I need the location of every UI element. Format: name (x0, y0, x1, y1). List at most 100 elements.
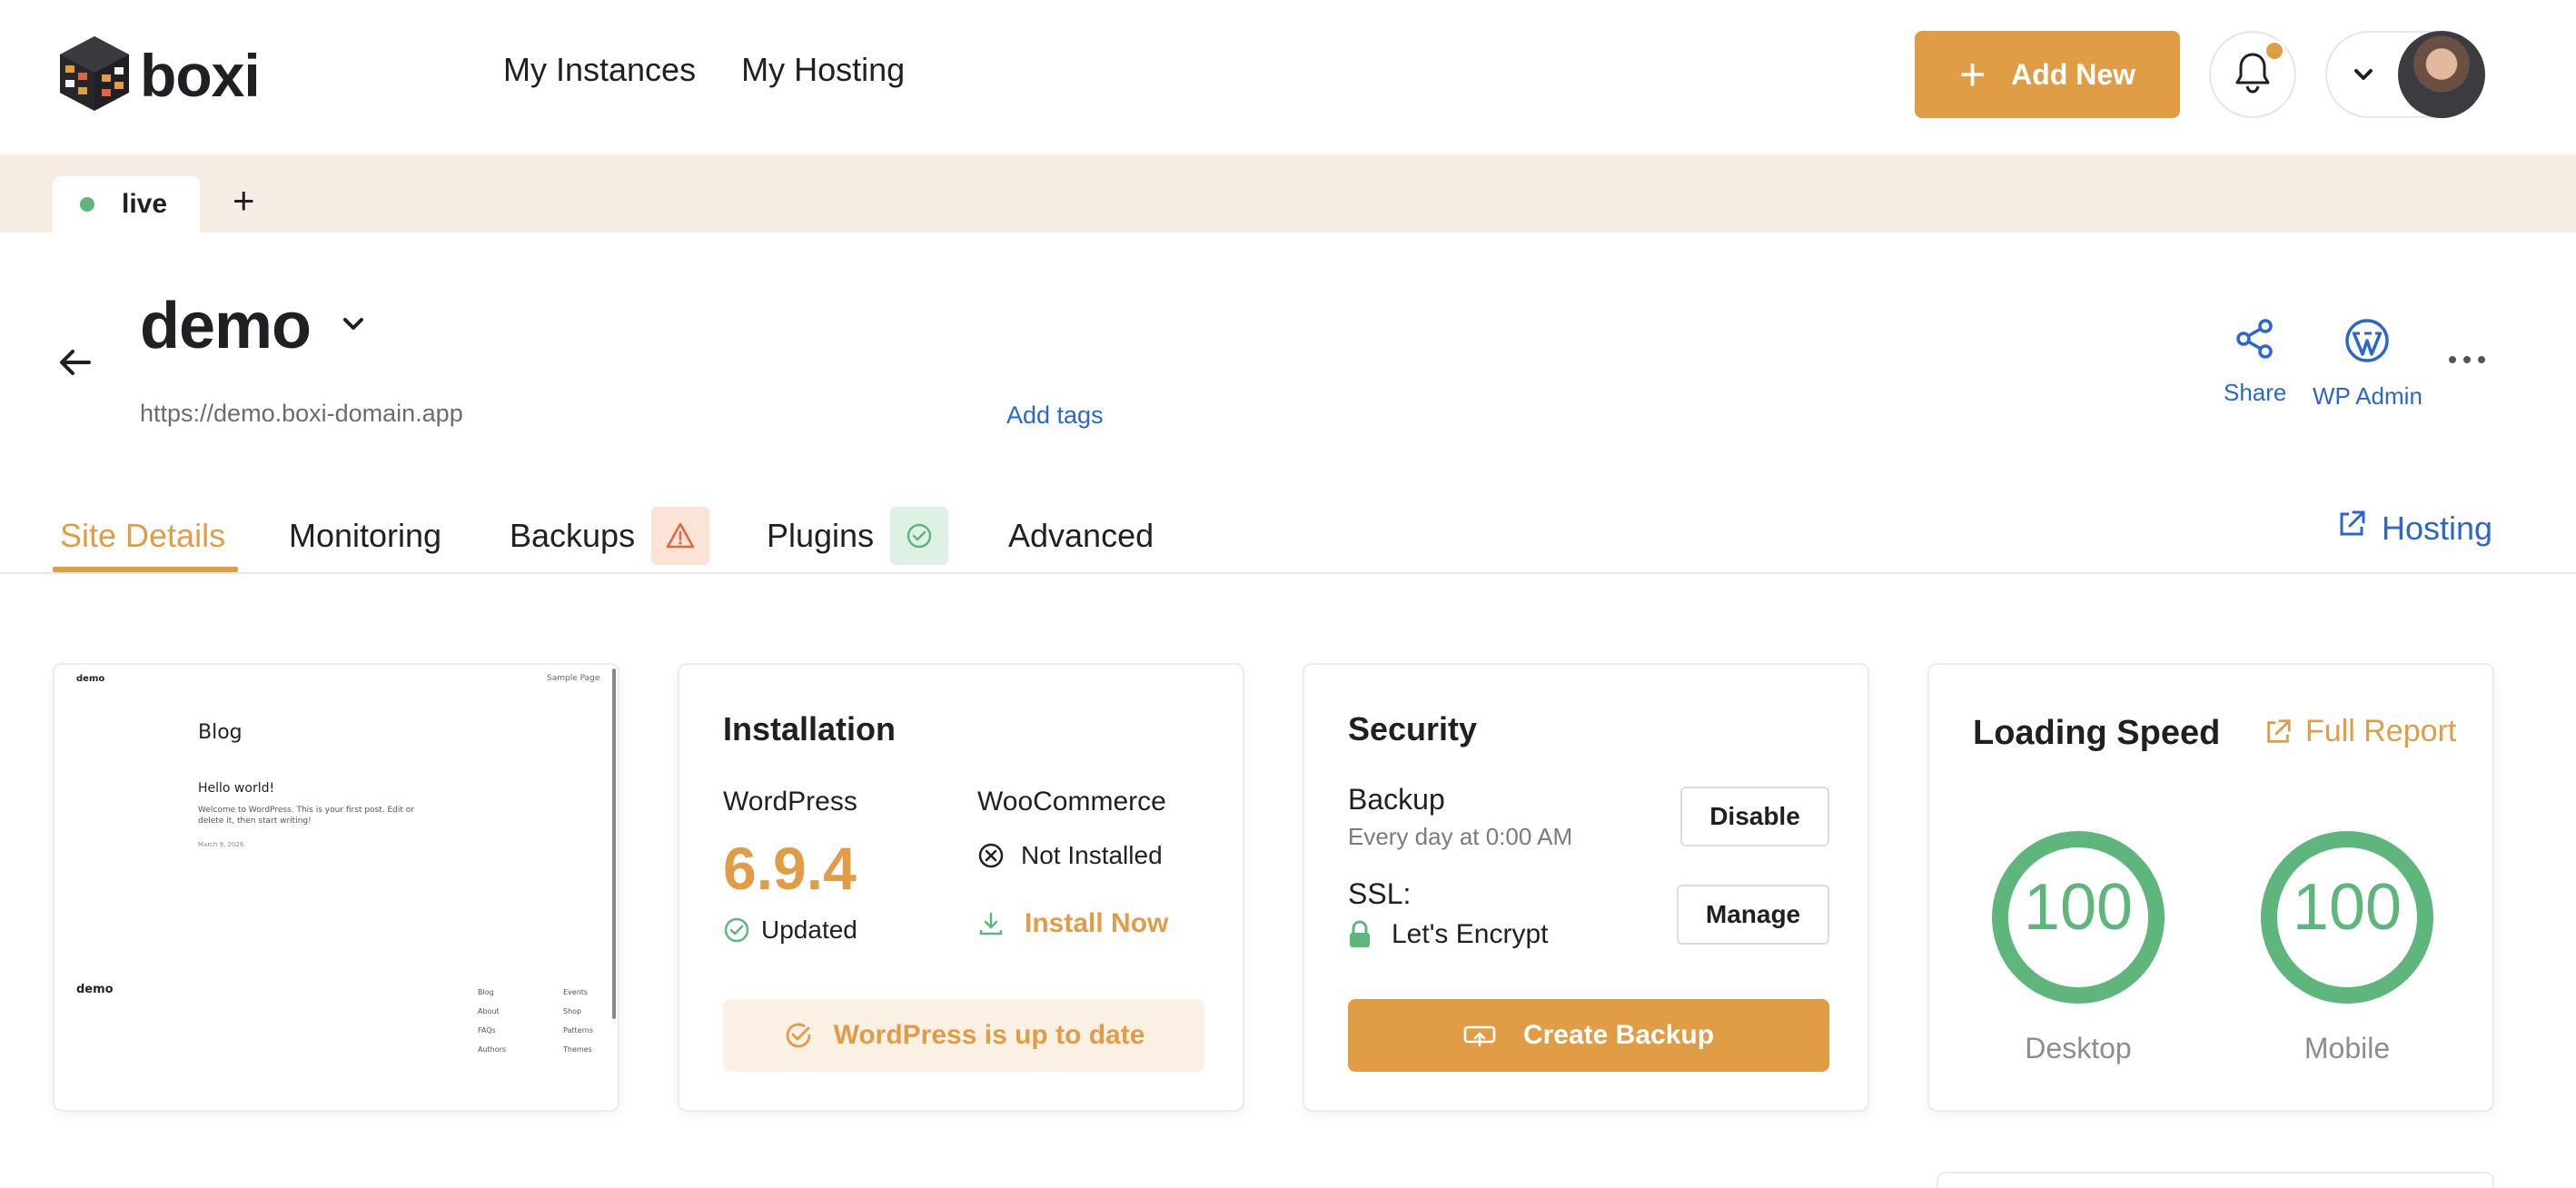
preview-heading: Blog (198, 721, 243, 744)
security-title: Security (1348, 710, 1478, 747)
check-circle-icon (724, 917, 749, 943)
add-new-button[interactable]: + Add New (1915, 31, 2180, 118)
desktop-score: 100 (2023, 871, 2134, 944)
tab-label: Site Details (60, 517, 226, 554)
brand-logo[interactable]: boxi (56, 33, 261, 117)
preview-post-title: Hello world! (198, 781, 275, 796)
install-now-label: Install Now (1025, 908, 1169, 938)
mobile-label: Mobile (2304, 1032, 2391, 1064)
hosting-link[interactable]: Hosting (2336, 509, 2492, 548)
tab-monitoring[interactable]: Monitoring (289, 509, 441, 563)
boxi-cube-icon (56, 33, 133, 117)
loading-speed-title: Loading Speed (1973, 714, 2221, 752)
ssl-value: Let's Encrypt (1348, 919, 1548, 950)
instance-tab-live[interactable]: live (53, 176, 200, 233)
page-title: demo (140, 290, 312, 362)
woocommerce-status: Not Installed (977, 841, 1163, 870)
chevron-down-icon (336, 307, 371, 346)
more-options-icon[interactable] (2449, 356, 2485, 363)
wordpress-up-to-date-banner: WordPress is up to date (723, 999, 1204, 1072)
backup-icon (1463, 1025, 1496, 1047)
ssl-provider: Let's Encrypt (1392, 919, 1549, 949)
share-button[interactable]: Share (2224, 318, 2286, 407)
create-backup-button[interactable]: Create Backup (1348, 999, 1829, 1072)
preview-footer-brand: demo (76, 983, 114, 996)
external-link-icon (2336, 509, 2367, 548)
check-circle-icon (907, 523, 932, 549)
wordpress-label: WordPress (723, 787, 857, 817)
full-report-label: Full Report (2305, 714, 2457, 748)
desktop-label: Desktop (2025, 1032, 2132, 1064)
woocommerce-status-label: Not Installed (1021, 841, 1163, 869)
hosting-link-label: Hosting (2382, 509, 2493, 547)
ssl-label: SSL: (1348, 877, 1412, 910)
installation-card: Installation WordPress WooCommerce 6.9.4… (678, 663, 1244, 1112)
disable-backup-button[interactable]: Disable (1680, 787, 1829, 846)
wp-admin-label: WP Admin (2313, 382, 2422, 410)
user-menu[interactable] (2325, 31, 2485, 118)
brand-name: boxi (140, 41, 261, 109)
install-now-button[interactable]: Install Now (977, 908, 1168, 939)
warning-badge (651, 507, 710, 565)
add-instance-button[interactable]: + (233, 182, 255, 220)
site-title[interactable]: demo (140, 289, 371, 363)
wp-admin-button[interactable]: WP Admin (2313, 318, 2422, 411)
top-bar: boxi My Instances My Hosting + Add New (0, 0, 2576, 154)
backup-label: Backup (1348, 783, 1445, 816)
nav-my-hosting[interactable]: My Hosting (741, 51, 905, 89)
next-card-edge (1937, 1172, 2494, 1188)
external-link-icon (2267, 718, 2291, 743)
desktop-score-gauge: 100 (1989, 828, 2167, 1006)
footer-link: Themes (563, 1045, 592, 1054)
preview-post-date: March 9, 2026 (198, 841, 244, 848)
tab-plugins[interactable]: Plugins (767, 507, 949, 565)
full-report-link[interactable]: Full Report (2264, 714, 2456, 749)
instance-tab-label: live (122, 189, 168, 219)
footer-link: Events (563, 988, 589, 996)
mobile-score: 100 (2292, 871, 2403, 944)
share-label: Share (2224, 379, 2287, 406)
wordpress-status-label: Updated (761, 916, 857, 944)
download-icon (979, 912, 1003, 936)
add-tags-link[interactable]: Add tags (1006, 401, 1104, 430)
footer-link: Shop (563, 1007, 582, 1015)
notification-dot (2264, 40, 2285, 62)
back-arrow-icon[interactable] (56, 343, 94, 386)
nav-my-instances[interactable]: My Instances (503, 51, 696, 89)
footer-link: About (478, 1007, 500, 1015)
wordpress-version: 6.9.4 (723, 835, 857, 902)
instance-tabs-strip: live + (0, 154, 2576, 233)
manage-ssl-button[interactable]: Manage (1677, 885, 1829, 945)
share-icon (2234, 318, 2276, 366)
preview-site-name: demo (76, 674, 105, 684)
lock-icon (1350, 920, 1370, 947)
notifications-button[interactable] (2209, 31, 2296, 118)
tab-label: Advanced (1008, 517, 1154, 554)
mobile-score-gauge: 100 (2258, 828, 2436, 1006)
ok-badge (890, 507, 949, 565)
plus-icon: + (1958, 49, 1986, 100)
tab-site-details[interactable]: Site Details (60, 509, 225, 563)
tab-label: Monitoring (289, 517, 442, 554)
tab-backups[interactable]: Backups (510, 507, 710, 565)
add-new-label: Add New (2011, 57, 2136, 91)
wordpress-status: Updated (723, 916, 857, 945)
preview-scrollbar[interactable] (612, 668, 616, 1019)
footer-link: Authors (478, 1045, 507, 1054)
loading-speed-card: Loading Speed Full Report 100 Desktop 10… (1927, 663, 2494, 1112)
up-to-date-label: WordPress is up to date (833, 1020, 1145, 1050)
footer-link: Patterns (563, 1026, 593, 1035)
chevron-down-icon (2345, 56, 2382, 97)
woocommerce-label: WooCommerce (977, 787, 1166, 817)
warning-icon (666, 522, 695, 549)
footer-link: Blog (478, 988, 494, 996)
tab-advanced[interactable]: Advanced (1008, 509, 1154, 563)
active-tab-indicator (53, 567, 238, 572)
avatar (2398, 31, 2485, 118)
preview-footer-col2: Events Shop Patterns Themes (563, 983, 593, 1059)
security-card: Security Backup Every day at 0:00 AM Dis… (1303, 663, 1869, 1112)
create-backup-label: Create Backup (1522, 1020, 1715, 1050)
site-url[interactable]: https://demo.boxi-domain.app (140, 400, 463, 428)
site-preview[interactable]: demo Sample Page Blog Hello world! Welco… (53, 663, 619, 1112)
footer-link: FAQs (478, 1026, 496, 1035)
